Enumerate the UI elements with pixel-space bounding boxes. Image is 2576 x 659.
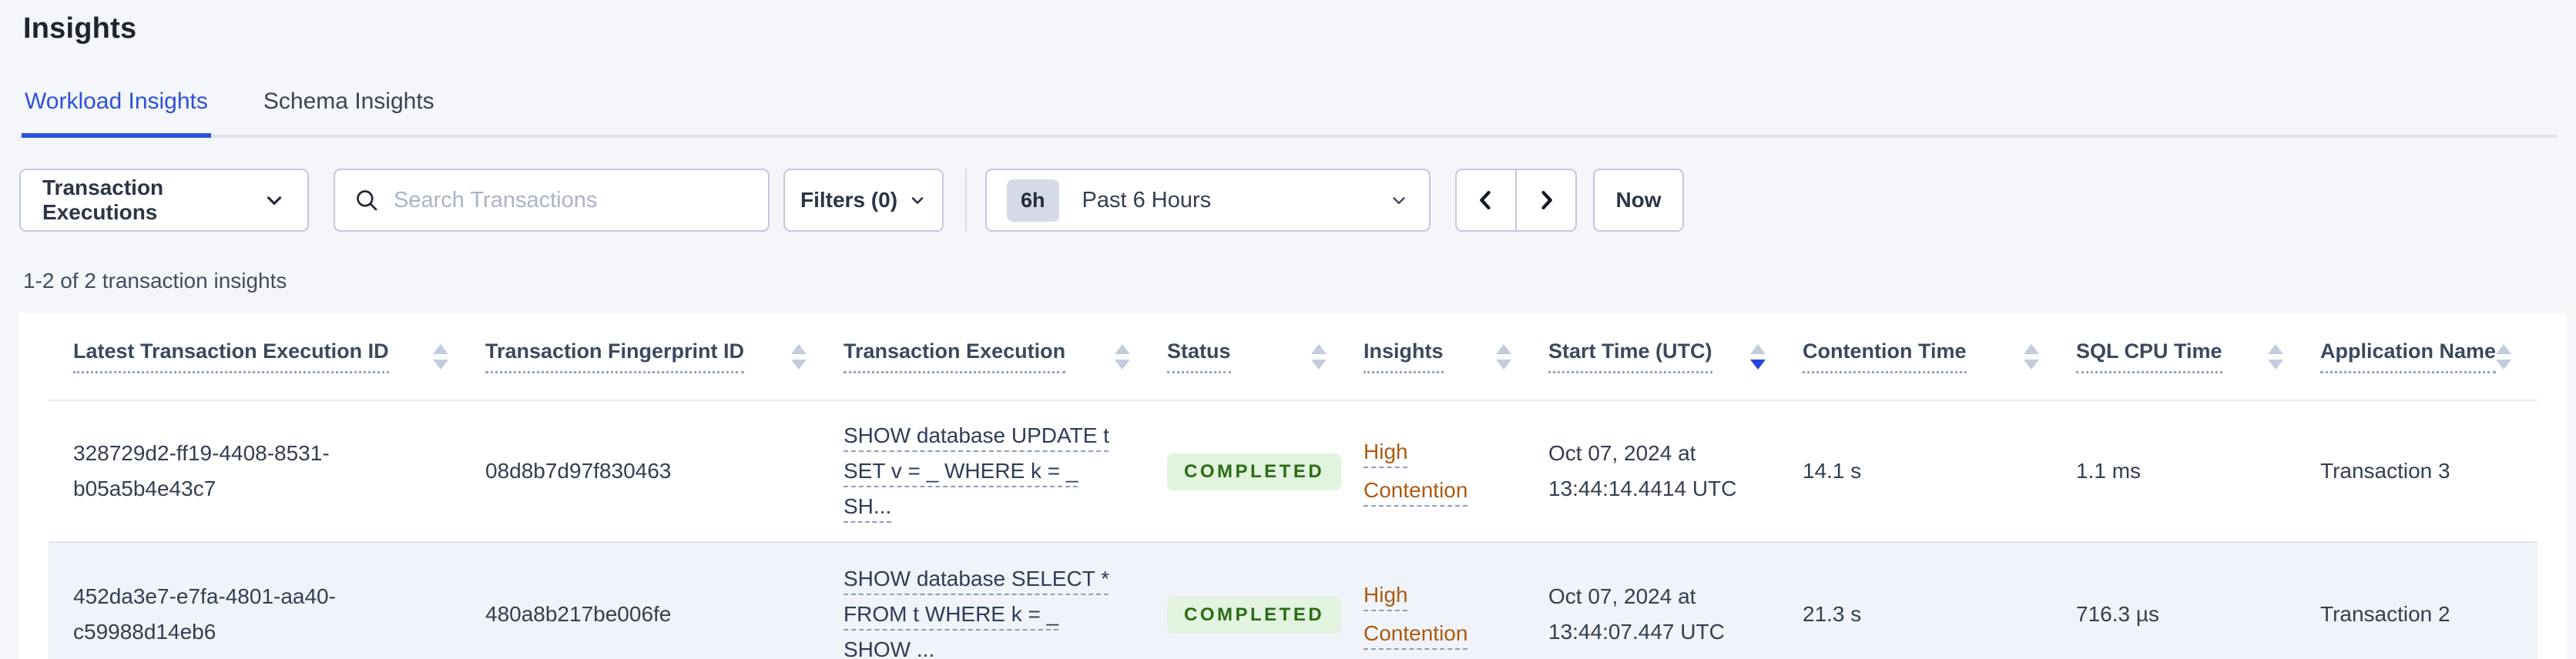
cell-status: COMPLETED (1167, 579, 1363, 651)
transaction-execution-link[interactable]: SHOW database SELECT * FROM t WHERE k = … (844, 561, 1127, 659)
cell-start-time: Oct 07, 2024 at 13:44:07.447 UTC (1548, 562, 1803, 659)
results-summary: 1-2 of 2 transaction insights (23, 269, 287, 293)
cell-insights: High Contention (1363, 559, 1548, 659)
time-range-pager (1455, 169, 1577, 232)
column-header-label[interactable]: Transaction Execution (844, 340, 1066, 373)
filters-dropdown-label: Filters (0) (800, 188, 898, 212)
search-box (334, 169, 770, 232)
insight-link[interactable]: High Contention (1363, 433, 1491, 510)
column-header-label[interactable]: Latest Transaction Execution ID (73, 340, 389, 373)
execution-id-value: 328729d2-ff19-4408-8531-b05a5b4e43c7 (73, 441, 330, 500)
sort-icon[interactable] (2024, 343, 2039, 370)
execution-type-dropdown[interactable]: Transaction Executions (19, 169, 309, 232)
column-header-label[interactable]: Contention Time (1803, 340, 1967, 373)
toolbar: Transaction Executions Filters (0) 6h Pa… (19, 169, 2576, 232)
cell-execution-id: 452da3e7-e7fa-4801-aa40-c59988d14eb6 (73, 562, 485, 659)
column-header-latest-transaction-execution-id: Latest Transaction Execution ID (73, 340, 485, 373)
sql-cpu-time-value: 1.1 ms (2076, 459, 2142, 483)
table-row: 452da3e7-e7fa-4801-aa40-c59988d14eb6 480… (49, 543, 2537, 659)
column-header-label[interactable]: Start Time (UTC) (1548, 340, 1712, 373)
transaction-execution-link[interactable]: SHOW database UPDATE t SET v = _ WHERE k… (844, 418, 1127, 524)
column-header-label[interactable]: SQL CPU Time (2076, 340, 2222, 373)
next-time-range-button[interactable] (1516, 169, 1577, 232)
now-button[interactable]: Now (1593, 169, 1684, 232)
cell-application-name: Transaction 2 (2320, 580, 2537, 649)
contention-time-value: 14.1 s (1803, 459, 1862, 483)
cell-fingerprint-id: 480a8b217be006fe (485, 580, 844, 649)
sort-icon[interactable] (2268, 343, 2283, 370)
toolbar-divider (965, 169, 967, 232)
sort-icon[interactable] (1311, 343, 1327, 370)
start-time-value: Oct 07, 2024 at 13:44:07.447 UTC (1548, 584, 1725, 644)
application-name-value: Transaction 3 (2320, 459, 2450, 483)
time-range-label: Past 6 Hours (1082, 187, 1212, 212)
tab-workload-insights[interactable]: Workload Insights (22, 89, 211, 138)
chevron-down-icon (1389, 190, 1409, 210)
cell-execution-id: 328729d2-ff19-4408-8531-b05a5b4e43c7 (73, 419, 485, 524)
table-row: 328729d2-ff19-4408-8531-b05a5b4e43c7 08d… (49, 401, 2537, 543)
column-header-transaction-fingerprint-id: Transaction Fingerprint ID (485, 340, 844, 373)
column-header-label[interactable]: Insights (1363, 340, 1444, 373)
cell-transaction-execution: SHOW database SELECT * FROM t WHERE k = … (844, 544, 1167, 659)
cell-fingerprint-id: 08d8b7d97f830463 (485, 437, 844, 506)
column-header-sql-cpu-time: SQL CPU Time (2076, 340, 2320, 373)
sort-icon[interactable] (791, 343, 807, 370)
search-icon (354, 187, 380, 213)
sql-cpu-time-value: 716.3 µs (2076, 602, 2159, 626)
chevron-left-icon (1473, 187, 1499, 213)
insight-link[interactable]: High Contention (1363, 576, 1491, 653)
previous-time-range-button[interactable] (1455, 169, 1516, 232)
page-title: Insights (23, 12, 137, 45)
start-time-value: Oct 07, 2024 at 13:44:14.4414 UTC (1548, 441, 1737, 500)
cell-start-time: Oct 07, 2024 at 13:44:14.4414 UTC (1548, 419, 1803, 524)
fingerprint-id-value: 480a8b217be006fe (485, 602, 672, 626)
cell-contention-time: 14.1 s (1803, 437, 2076, 506)
chevron-down-icon (263, 189, 286, 212)
sort-icon[interactable] (433, 343, 448, 370)
filters-dropdown[interactable]: Filters (0) (783, 169, 944, 232)
column-header-label[interactable]: Application Name (2320, 340, 2497, 373)
insights-tabs: Workload Insights Schema Insights (19, 89, 2557, 138)
cell-transaction-execution: SHOW database UPDATE t SET v = _ WHERE k… (844, 401, 1167, 541)
cell-contention-time: 21.3 s (1803, 580, 2076, 649)
status-badge: COMPLETED (1167, 453, 1342, 490)
fingerprint-id-value: 08d8b7d97f830463 (485, 459, 672, 483)
insights-table-card: Latest Transaction Execution ID Transact… (19, 313, 2567, 659)
column-header-insights: Insights (1363, 340, 1548, 373)
status-badge: COMPLETED (1167, 596, 1342, 634)
time-range-badge: 6h (1007, 179, 1059, 222)
cell-sql-cpu-time: 716.3 µs (2076, 580, 2320, 649)
chevron-right-icon (1533, 187, 1559, 213)
column-header-transaction-execution: Transaction Execution (844, 340, 1167, 373)
column-header-label[interactable]: Transaction Fingerprint ID (485, 340, 745, 373)
execution-type-dropdown-label: Transaction Executions (42, 176, 164, 224)
cell-insights: High Contention (1363, 416, 1548, 527)
sort-icon-active-desc[interactable] (1750, 343, 1766, 370)
contention-time-value: 21.3 s (1803, 602, 1862, 626)
sort-icon[interactable] (1115, 343, 1130, 370)
chevron-down-icon (908, 191, 927, 209)
column-header-label[interactable]: Status (1167, 340, 1231, 373)
column-header-application-name: Application Name (2320, 340, 2537, 373)
sort-icon[interactable] (2496, 343, 2512, 370)
now-button-label: Now (1615, 188, 1662, 212)
column-header-contention-time: Contention Time (1803, 340, 2076, 373)
cell-application-name: Transaction 3 (2320, 437, 2537, 506)
cell-status: COMPLETED (1167, 436, 1363, 507)
column-header-status: Status (1167, 340, 1363, 373)
table-header-row: Latest Transaction Execution ID Transact… (49, 313, 2537, 401)
time-range-picker[interactable]: 6h Past 6 Hours (985, 169, 1431, 232)
cell-sql-cpu-time: 1.1 ms (2076, 437, 2320, 506)
sort-icon[interactable] (1496, 343, 1511, 370)
search-input[interactable] (394, 187, 750, 213)
tab-schema-insights[interactable]: Schema Insights (260, 89, 438, 138)
application-name-value: Transaction 2 (2320, 602, 2450, 626)
column-header-start-time: Start Time (UTC) (1548, 340, 1803, 373)
execution-id-value: 452da3e7-e7fa-4801-aa40-c59988d14eb6 (73, 584, 336, 644)
